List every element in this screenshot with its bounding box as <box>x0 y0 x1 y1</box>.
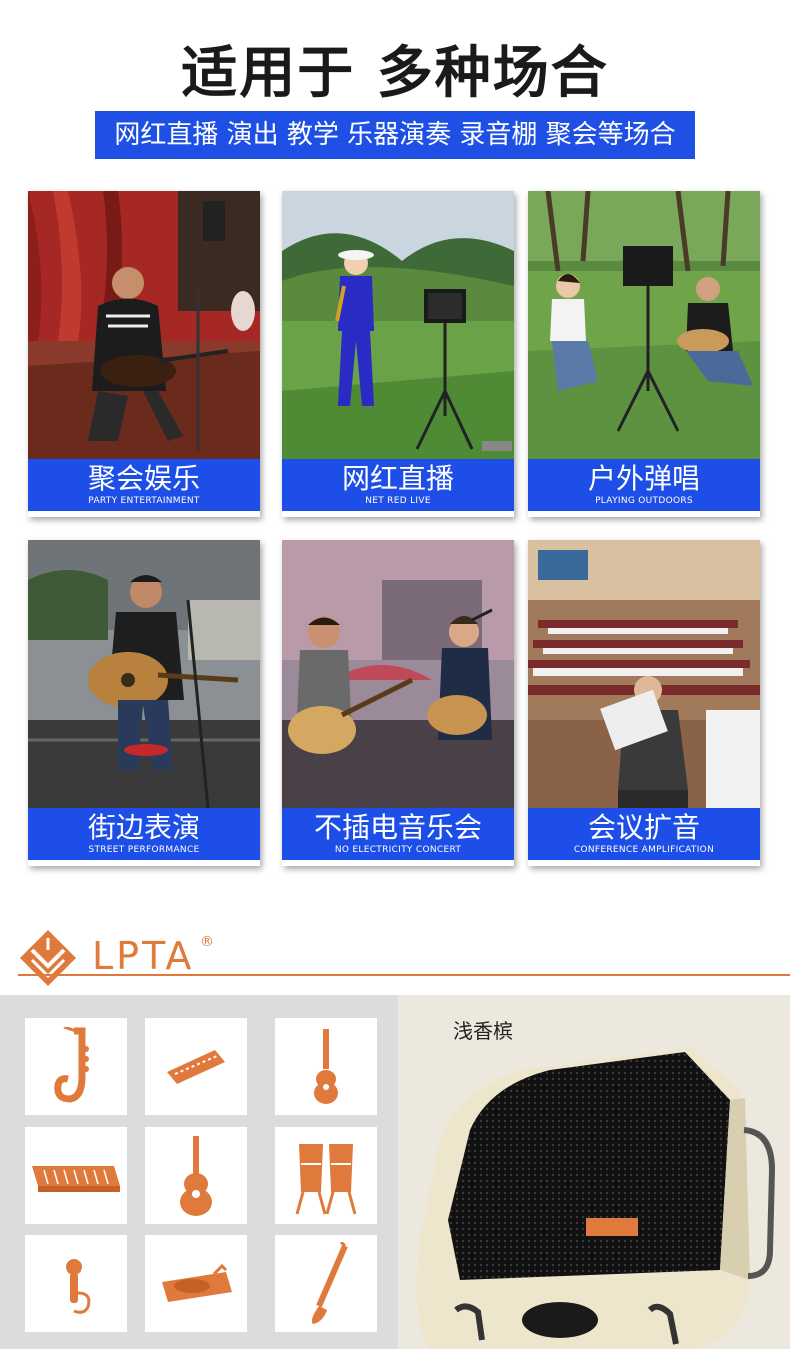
instrument-tile <box>275 1235 377 1332</box>
scene-title: 聚会娱乐 <box>87 462 200 495</box>
instrument-tile <box>275 1018 377 1115</box>
brand-logo-icon <box>20 930 76 986</box>
scene-card-unplugged: 不插电音乐会 NO ELECTRICITY CONCERT <box>282 540 514 866</box>
scene-subtitle: PARTY ENTERTAINMENT <box>88 496 200 506</box>
scene-caption: 聚会娱乐 PARTY ENTERTAINMENT <box>28 459 260 511</box>
scene-card-party: 聚会娱乐 PARTY ENTERTAINMENT <box>28 191 260 517</box>
scene-caption: 会议扩音 CONFERENCE AMPLIFICATION <box>528 808 760 860</box>
instrument-tile <box>25 1127 127 1224</box>
scene-subtitle: STREET PERFORMANCE <box>88 845 200 855</box>
instrument-tile <box>145 1127 247 1224</box>
street-photo <box>28 540 260 808</box>
microphone-icon <box>66 1258 91 1314</box>
instrument-tile <box>25 1018 127 1115</box>
scene-subtitle: NO ELECTRICITY CONCERT <box>334 845 462 855</box>
instrument-tile <box>145 1235 247 1332</box>
unplugged-photo <box>282 540 514 808</box>
page-title: 适用于 多种场合 <box>181 41 609 106</box>
keyboard-icon <box>32 1165 120 1192</box>
scene-caption: 户外弹唱 PLAYING OUTDOORS <box>528 459 760 511</box>
party-photo <box>28 191 260 459</box>
scenario-banner: 网红直播 演出 教学 乐器演奏 录音棚 聚会等场合 <box>95 111 695 159</box>
scene-card-livestream: 网红直播 NET RED LIVE <box>282 191 514 517</box>
outdoors-photo <box>528 191 760 459</box>
clarinet-icon <box>311 1241 348 1324</box>
conference-photo <box>528 540 760 808</box>
instrument-tile <box>275 1127 377 1224</box>
ukulele-icon <box>314 1028 338 1104</box>
scene-subtitle: NET RED LIVE <box>365 496 431 506</box>
scene-title: 街边表演 <box>87 811 200 844</box>
scene-card-conference: 会议扩音 CONFERENCE AMPLIFICATION <box>528 540 760 866</box>
scene-title: 会议扩音 <box>587 811 700 844</box>
saxophone-icon <box>54 1026 89 1103</box>
scene-caption: 不插电音乐会 NO ELECTRICITY CONCERT <box>282 808 514 860</box>
scene-title: 网红直播 <box>341 462 454 495</box>
brand-divider <box>18 974 790 976</box>
scene-card-outdoors: 户外弹唱 PLAYING OUTDOORS <box>528 191 760 517</box>
turntable-icon <box>162 1263 232 1302</box>
conga-drums-icon <box>295 1143 357 1214</box>
brand-name: LPTA <box>92 934 195 978</box>
instrument-tile <box>25 1235 127 1332</box>
scene-title: 不插电音乐会 <box>313 811 482 844</box>
scene-subtitle: PLAYING OUTDOORS <box>595 496 693 506</box>
harmonica-icon <box>167 1049 225 1084</box>
scene-caption: 街边表演 STREET PERFORMANCE <box>28 808 260 860</box>
livestream-photo <box>282 191 514 459</box>
scene-title: 户外弹唱 <box>587 462 700 495</box>
instrument-tile <box>145 1018 247 1115</box>
scene-subtitle: CONFERENCE AMPLIFICATION <box>573 845 715 855</box>
brand-registered-mark: ® <box>200 934 214 950</box>
acoustic-guitar-icon <box>180 1135 212 1216</box>
speaker-product-image <box>416 1048 776 1349</box>
scene-card-street: 街边表演 STREET PERFORMANCE <box>28 540 260 866</box>
scene-caption: 网红直播 NET RED LIVE <box>282 459 514 511</box>
